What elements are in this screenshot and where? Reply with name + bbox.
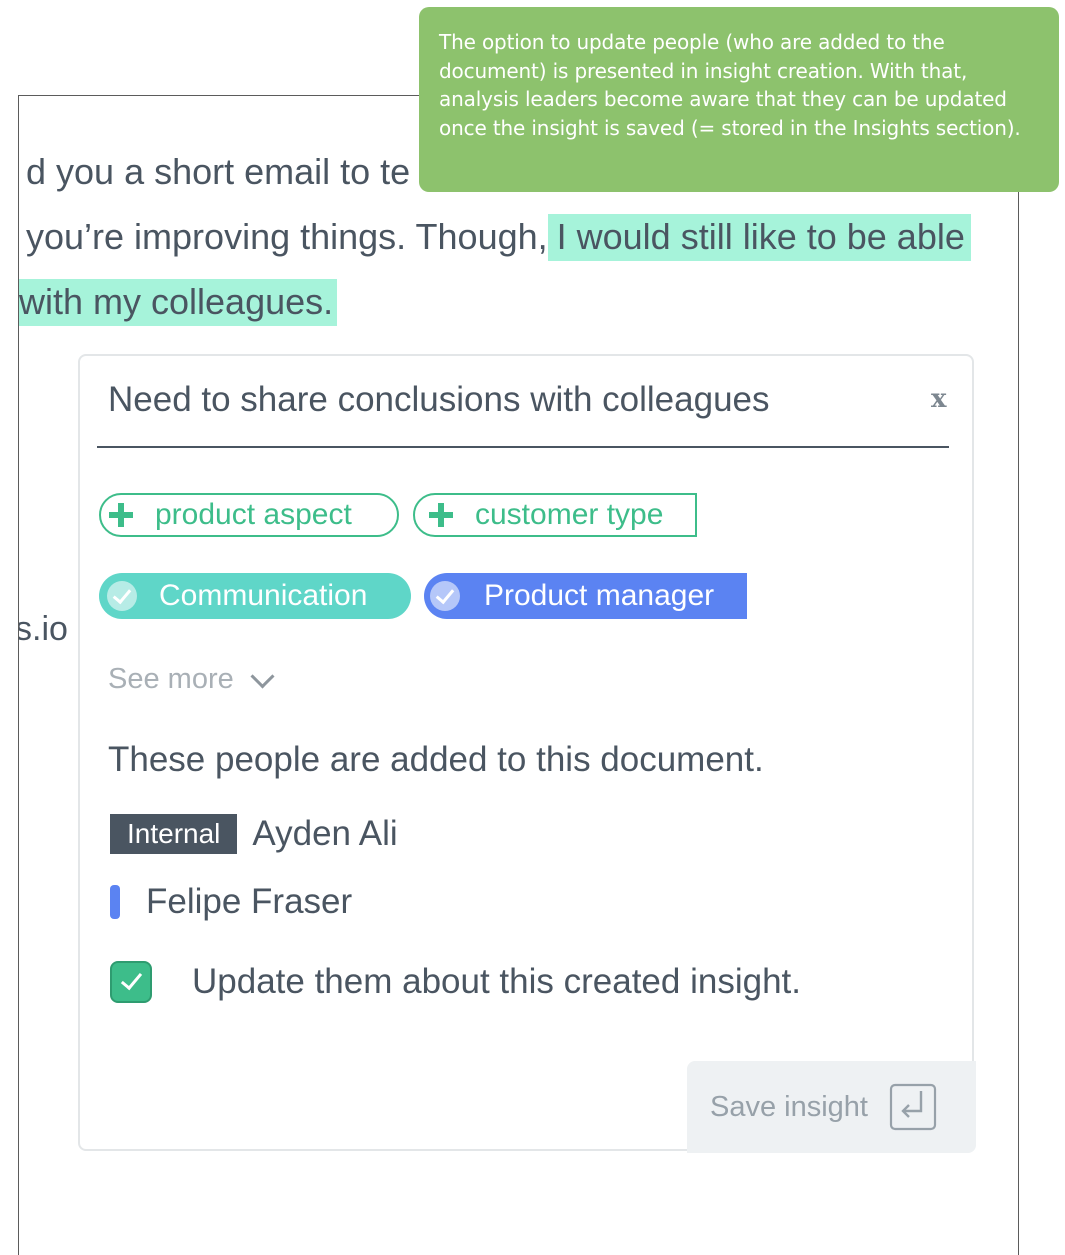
person-name: Ayden Ali [252,814,398,853]
document-text: you’re improving things. Though, [26,216,548,257]
document-text: s.io [18,610,68,648]
annotation-tooltip: The option to update people (who are add… [419,7,1059,192]
highlighted-quote[interactable]: with my colleagues. [19,279,338,326]
insight-title-input[interactable]: Need to share conclusions with colleague… [108,380,770,420]
screenshot-stage: d you a short email to te you’re improvi… [0,0,1065,1255]
internal-badge: Internal [110,814,238,854]
person-color-marker [110,885,120,919]
highlighted-quote[interactable]: I would still like to be able [547,214,971,261]
document-text-line: with my colleagues. [19,279,338,326]
save-insight-label: Save insight [710,1090,868,1123]
add-tag-customer-type[interactable]: customer type [413,493,697,537]
person-row: Internal Ayden Ali [110,814,398,854]
check-circle-icon [107,581,137,611]
tag-label: Communication [159,579,368,612]
see-more-toggle[interactable]: See more [108,663,275,696]
save-insight-button[interactable]: Save insight [687,1061,976,1153]
tag-label: product aspect [155,498,352,531]
tooltip-text: The option to update people (who are add… [439,30,1021,140]
person-name: Felipe Fraser [146,882,353,921]
check-circle-icon [430,581,460,611]
person-row: Felipe Fraser [110,882,352,922]
update-people-option: Update them about this created insight. [110,961,801,1003]
document-text-line: d you a short email to te [26,151,410,193]
plus-icon [429,503,453,527]
tag-communication[interactable]: Communication [99,573,411,619]
people-heading: These people are added to this document. [108,740,764,779]
see-more-label: See more [108,663,234,695]
close-button[interactable]: x [931,384,947,414]
tag-product-manager[interactable]: Product manager [424,573,747,619]
update-people-checkbox[interactable] [110,961,152,1003]
document-text-line: s.io [18,608,68,650]
insight-creation-card: Need to share conclusions with colleague… [78,354,976,1153]
document-text-line: you’re improving things. Though, I would … [26,214,971,261]
plus-icon [109,503,133,527]
enter-icon [889,1083,937,1131]
tag-label: Product manager [484,579,715,612]
add-tag-product-aspect[interactable]: product aspect [99,493,399,537]
document-text: d you a short email to te [26,151,411,192]
chevron-down-icon [250,664,275,689]
update-people-label[interactable]: Update them about this created insight. [192,962,801,1002]
tag-label: customer type [475,498,664,531]
title-underline [97,446,949,448]
